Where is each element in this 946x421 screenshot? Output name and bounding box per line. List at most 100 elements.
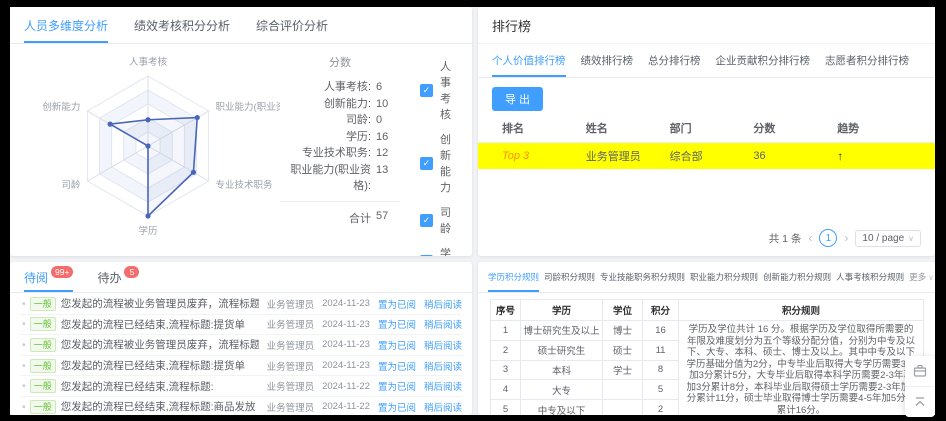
dimension-checkbox-2[interactable]: 司龄 xyxy=(420,204,460,236)
svg-text:创新能力: 创新能力 xyxy=(42,101,80,113)
mark-read-link[interactable]: 置为已阅 xyxy=(378,379,416,393)
read-later-link[interactable]: 稍后阅读 xyxy=(424,359,462,373)
ranking-header-1: 姓名 xyxy=(586,120,670,136)
read-later-link[interactable]: 稍后阅读 xyxy=(424,338,462,352)
score-label: 人事考核: xyxy=(280,79,371,96)
export-button[interactable]: 导 出 xyxy=(492,87,543,111)
ranking-table-header: 排名姓名部门分数趋势 xyxy=(478,120,935,143)
rules-cell: 5 xyxy=(643,380,679,400)
score-value: 6 xyxy=(376,79,400,96)
notice-text: 您发起的流程已经结束,流程标题: xyxy=(61,379,259,394)
score-row-1: 创新能力:10 xyxy=(280,96,400,113)
score-row-5: 职业能力(职业资格):13 xyxy=(280,162,400,195)
radar-chart: 人事考核职业能力(职业资格)专业技术职务学历司龄创新能力 xyxy=(14,46,280,250)
notice-tab-0[interactable]: 待阅99+ xyxy=(24,262,73,292)
analysis-tab-1[interactable]: 绩效考核积分分析 xyxy=(134,7,230,43)
svg-text:职业能力(职业资格): 职业能力(职业资格) xyxy=(216,101,280,113)
prev-page-icon[interactable] xyxy=(808,231,812,245)
rules-table: 序号学历学位积分积分规则1博士研究生及以上博士16学历及学位共计 16 分。根据… xyxy=(490,299,924,415)
mark-read-link[interactable]: 置为已阅 xyxy=(378,400,416,414)
briefcase-icon[interactable] xyxy=(905,356,935,386)
rules-tab-2[interactable]: 专业技能职务积分规则 xyxy=(600,262,685,292)
checkbox-icon[interactable] xyxy=(420,255,433,257)
notice-panel: 待阅99+待办5 一般您发起的流程被业务管理员废弃，流程标题:提货单，废弃说明:… xyxy=(10,262,472,415)
rules-tab-5[interactable]: 人事考核积分规则 xyxy=(836,262,904,292)
rules-cell: 8 xyxy=(643,360,679,380)
rank-cell: Top 3 xyxy=(502,150,586,162)
priority-tag: 一般 xyxy=(30,359,56,373)
analysis-body: 人事考核职业能力(职业资格)专业技术职务学历司龄创新能力 分数 人事考核:6创新… xyxy=(10,44,472,256)
score-label: 创新能力: xyxy=(280,96,371,113)
checkbox-icon[interactable] xyxy=(420,214,433,227)
notice-item-2: 一般您发起的流程被业务管理员废弃，流程标题:提货单，废弃说明:业务管理员2024… xyxy=(20,335,462,356)
notice-date: 2024-11-23 xyxy=(322,360,370,371)
bullet-icon xyxy=(22,339,26,351)
mark-read-link[interactable]: 置为已阅 xyxy=(378,359,416,373)
name-cell: 业务管理员 xyxy=(586,148,670,164)
mark-read-link[interactable]: 置为已阅 xyxy=(378,317,416,331)
notice-text: 您发起的流程被业务管理员废弃，流程标题:提货单，废弃说明: xyxy=(61,296,259,311)
dimension-checkbox-0[interactable]: 人事考核 xyxy=(420,58,460,122)
ranking-tab-0[interactable]: 个人价值排行榜 xyxy=(492,44,566,77)
score-value: 12 xyxy=(376,145,400,162)
page-number-button[interactable]: 1 xyxy=(819,229,837,247)
read-later-link[interactable]: 稍后阅读 xyxy=(424,297,462,311)
rules-cell xyxy=(603,400,643,415)
checkbox-label: 人事考核 xyxy=(440,58,460,122)
notice-item-4: 一般您发起的流程已经结束,流程标题:业务管理员2024-11-22置为已阅稍后阅… xyxy=(20,376,462,397)
ranking-table-row[interactable]: Top 3业务管理员综合部36↑ xyxy=(478,143,935,169)
ranking-tab-3[interactable]: 企业贡献积分排行榜 xyxy=(716,44,811,77)
checkbox-icon[interactable] xyxy=(420,157,433,170)
bullet-icon xyxy=(22,318,26,330)
checkbox-icon[interactable] xyxy=(420,84,433,97)
checkbox-label: 学历 xyxy=(440,245,460,256)
checkbox-label: 司龄 xyxy=(440,204,460,236)
read-later-link[interactable]: 稍后阅读 xyxy=(424,379,462,393)
total-row: 合计 57 xyxy=(280,201,400,226)
checkbox-list: 人事考核创新能力司龄学历专业技术职务职业能力(职业资格) xyxy=(420,58,460,256)
checkbox-label: 创新能力 xyxy=(440,131,460,195)
notice-tabbar: 待阅99+ 待办5 xyxy=(10,262,472,293)
next-page-icon[interactable] xyxy=(844,231,848,245)
page-size-select[interactable]: 10 / page xyxy=(855,230,921,247)
total-value: 57 xyxy=(376,210,400,226)
notice-item-0: 一般您发起的流程被业务管理员废弃，流程标题:提货单，废弃说明:业务管理员2024… xyxy=(20,294,462,315)
rules-tab-0[interactable]: 学历积分规则 xyxy=(488,262,539,292)
priority-tag: 一般 xyxy=(30,297,56,311)
mark-read-link[interactable]: 置为已阅 xyxy=(378,297,416,311)
mark-read-link[interactable]: 置为已阅 xyxy=(378,338,416,352)
read-later-link[interactable]: 稍后阅读 xyxy=(424,400,462,414)
svg-text:专业技术职务: 专业技术职务 xyxy=(216,179,274,191)
rules-tab-3[interactable]: 职业能力积分规则 xyxy=(690,262,758,292)
rules-cell: 16 xyxy=(643,321,679,341)
rules-header-3: 积分 xyxy=(643,300,679,321)
notice-tab-1[interactable]: 待办5 xyxy=(97,262,139,292)
rules-tab-4[interactable]: 创新能力积分规则 xyxy=(763,262,831,292)
dimension-checkbox-3[interactable]: 学历 xyxy=(420,245,460,256)
notice-item-1: 一般您发起的流程已经结束,流程标题:提货单业务管理员2024-11-23置为已阅… xyxy=(20,315,462,336)
ranking-tab-2[interactable]: 总分排行榜 xyxy=(648,44,701,77)
ranking-tab-4[interactable]: 志愿者积分排行榜 xyxy=(825,44,909,77)
rules-tab-1[interactable]: 司龄积分规则 xyxy=(544,262,595,292)
analysis-tab-2[interactable]: 综合评价分析 xyxy=(256,7,328,43)
notice-list: 一般您发起的流程被业务管理员废弃，流程标题:提货单，废弃说明:业务管理员2024… xyxy=(10,293,472,415)
score-rows: 人事考核:6创新能力:10司龄:0学历:16专业技术职务:12职业能力(职业资格… xyxy=(280,79,400,195)
read-later-link[interactable]: 稍后阅读 xyxy=(424,317,462,331)
dept-cell: 综合部 xyxy=(670,148,754,164)
rules-cell: 博士研究生及以上 xyxy=(521,321,603,341)
rules-cell xyxy=(603,380,643,400)
bullet-icon xyxy=(22,380,26,392)
notice-user: 业务管理员 xyxy=(267,379,315,393)
analysis-tab-0[interactable]: 人员多维度分析 xyxy=(24,7,108,43)
notice-item-5: 一般您发起的流程已经结束,流程标题:商品发放业务管理员2024-11-22置为已… xyxy=(20,397,462,415)
priority-tag: 一般 xyxy=(30,400,56,414)
rules-tab-6[interactable]: 更多 xyxy=(909,262,934,292)
back-to-top-icon[interactable] xyxy=(905,386,935,417)
score-row-4: 专业技术职务:12 xyxy=(280,145,400,162)
ranking-tabbar: 个人价值排行榜绩效排行榜总分排行榜企业贡献积分排行榜志愿者积分排行榜 xyxy=(478,44,935,78)
dimension-checkbox-1[interactable]: 创新能力 xyxy=(420,131,460,195)
pagination-total: 共 1 条 xyxy=(769,231,802,246)
page-size-value: 10 / page xyxy=(862,233,904,244)
bullet-icon xyxy=(22,360,26,372)
ranking-tab-1[interactable]: 绩效排行榜 xyxy=(581,44,634,77)
